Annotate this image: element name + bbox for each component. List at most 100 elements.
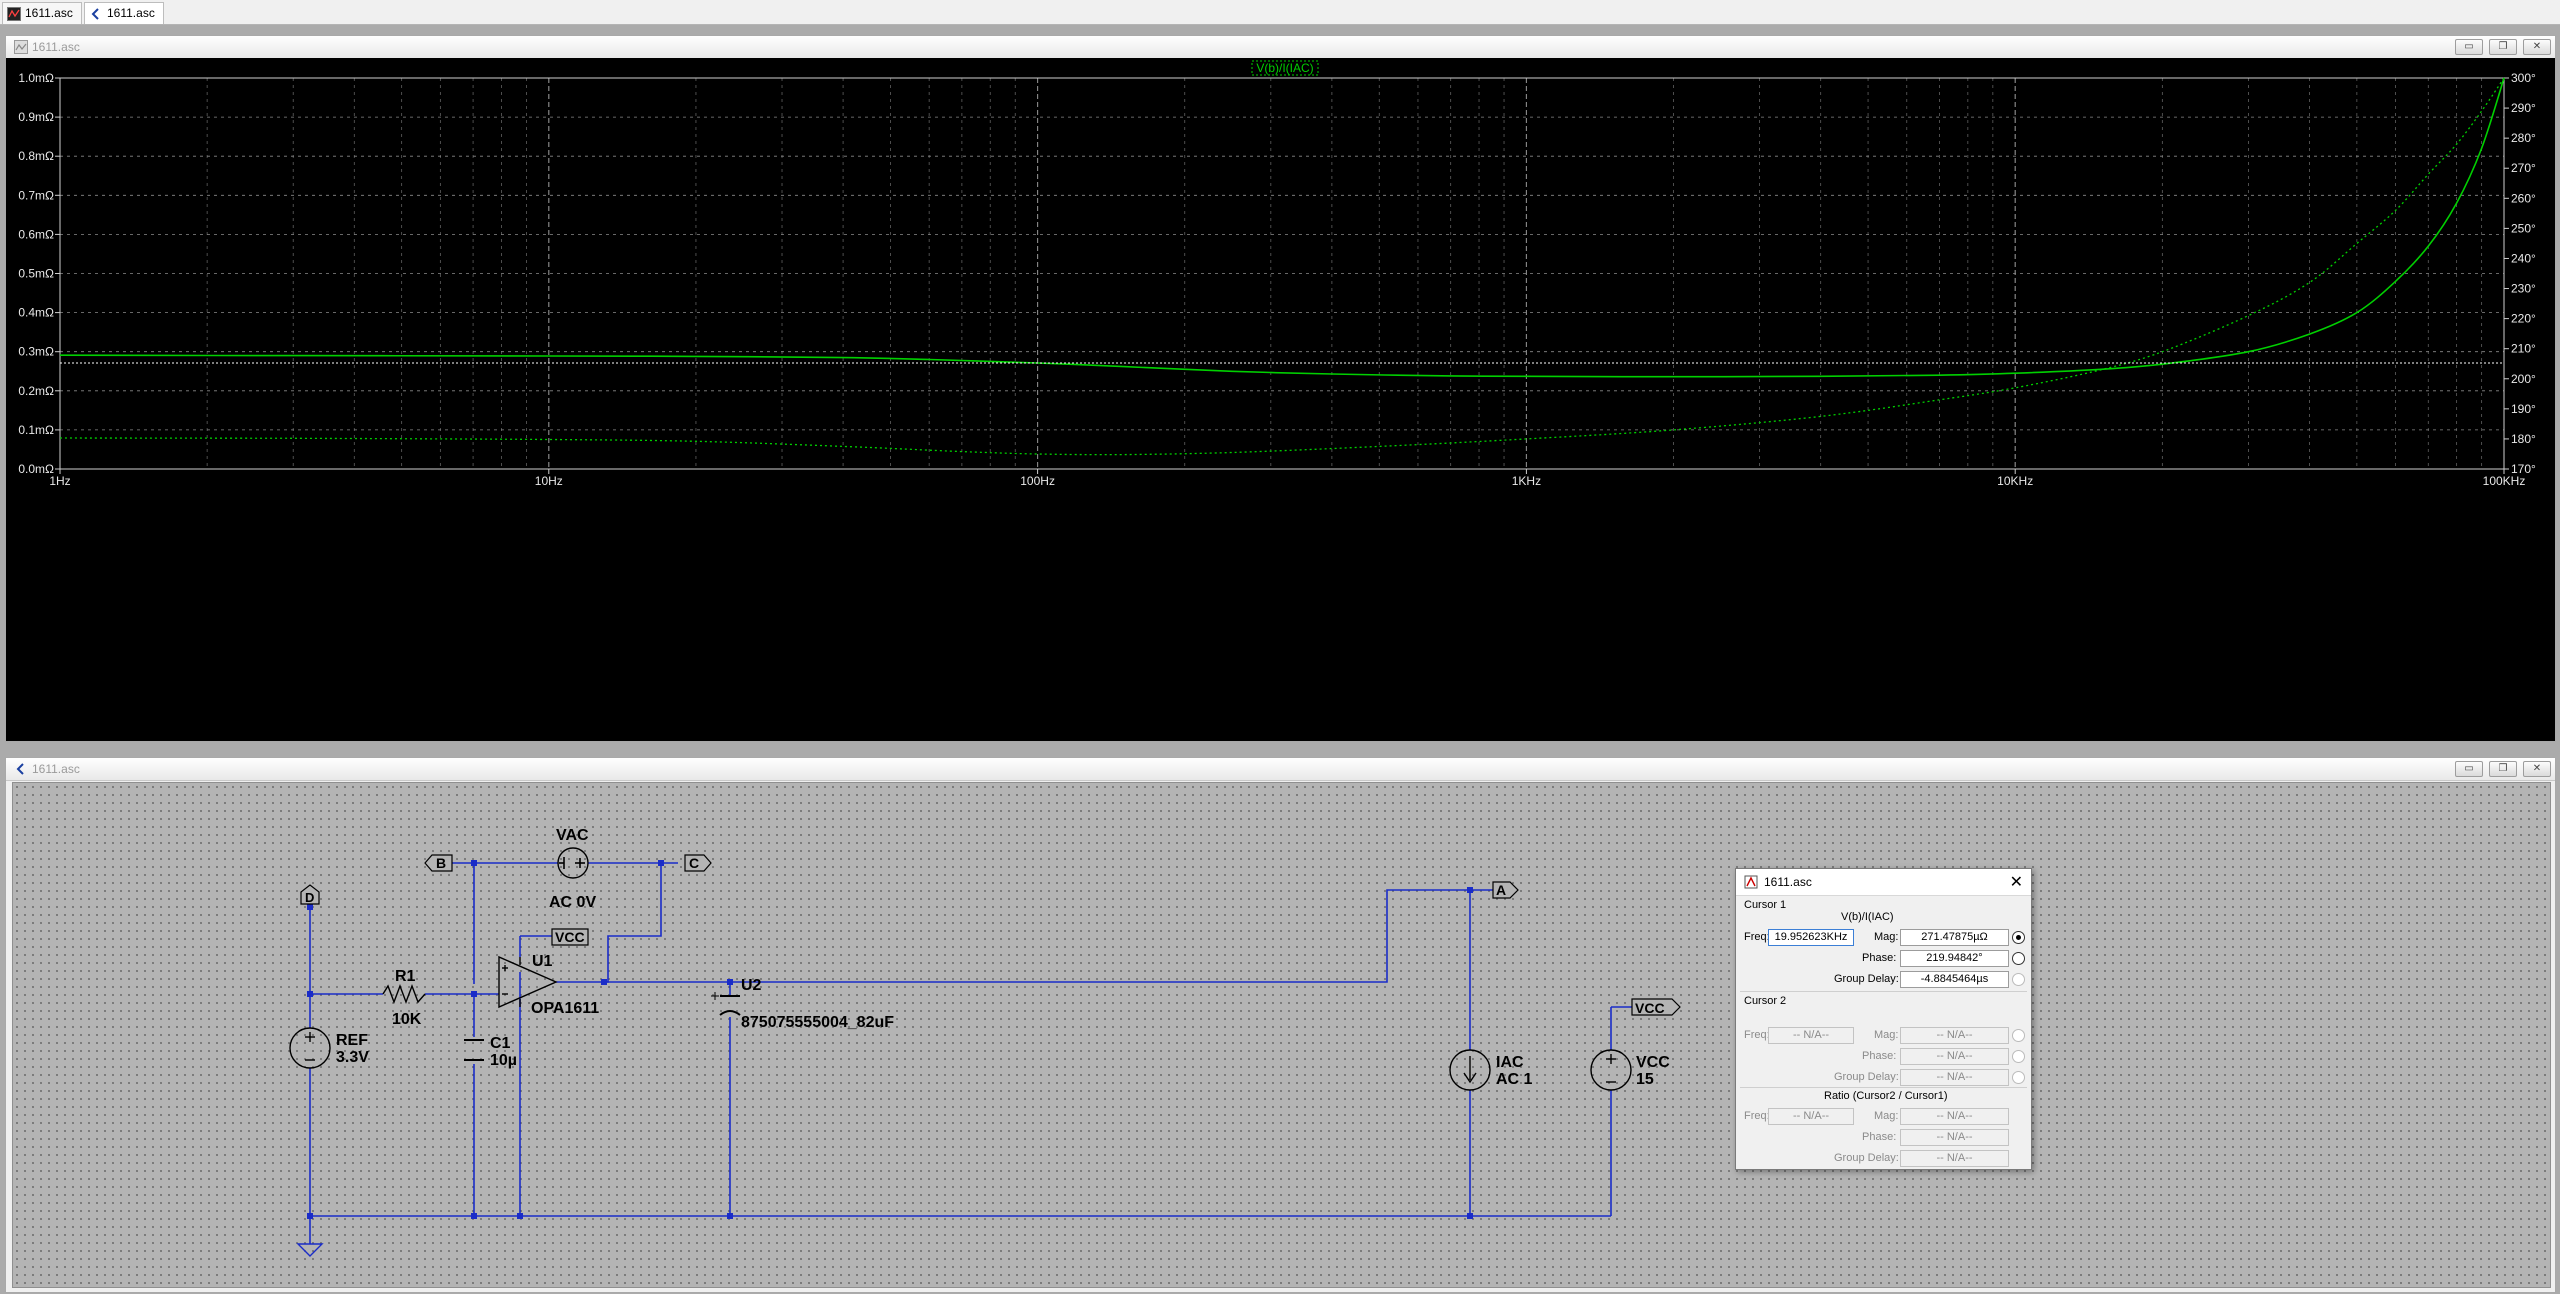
trace-legend[interactable]: V(b)/I(IAC) (1251, 60, 1319, 76)
vcc-source-label: VCC (1636, 1054, 1670, 1071)
close-button[interactable]: ✕ (2523, 39, 2551, 55)
ratio-mag-field[interactable]: -- N/A-- (1900, 1108, 2009, 1125)
cursor2-freq-field[interactable]: -- N/A-- (1768, 1027, 1854, 1044)
x-tick-label: 1Hz (49, 474, 70, 488)
mag-label: Mag: (1874, 1110, 1899, 1122)
close-button[interactable]: ✕ (2523, 761, 2551, 777)
cursor1-group-delay-field[interactable]: -4.8845464µs (1900, 971, 2009, 988)
ratio-freq-field[interactable]: -- N/A-- (1768, 1108, 1854, 1125)
close-icon[interactable]: ✕ (2010, 872, 2023, 892)
schematic-icon (91, 7, 99, 20)
waveform-icon (14, 40, 28, 54)
flag-vcc1-text: VCC (555, 929, 585, 945)
cursor2-mag-field[interactable]: -- N/A-- (1900, 1027, 2009, 1044)
y2-tick-label: 210° (2511, 342, 2536, 356)
plot-grid (59, 77, 2505, 470)
group-delay-radio[interactable] (2012, 973, 2025, 986)
y2-tick-label: 230° (2511, 282, 2536, 296)
probe-icon (1744, 875, 1758, 889)
r1-label: R1 (395, 968, 416, 985)
cursor2-phase-field[interactable]: -- N/A-- (1900, 1048, 2009, 1065)
schematic-window: 1611.asc ▭ ❐ ✕ B C D A VCC VCC VAC AC 0V… (5, 757, 2556, 1293)
iac-label: IAC (1496, 1054, 1524, 1071)
vcc-source[interactable] (1590, 1049, 1632, 1091)
y-tick-label: 0.9mΩ (18, 110, 54, 124)
plot-traces (59, 77, 2505, 456)
phase-trace (59, 77, 2505, 456)
resistor-r1[interactable] (382, 984, 426, 1004)
restore-button[interactable]: ❐ (2489, 39, 2517, 55)
ratio-header: Ratio (Cursor2 / Cursor1) (1824, 1090, 1948, 1102)
group-delay-label: Group Delay: (1834, 1152, 1899, 1164)
cursor1-freq-field[interactable]: 19.952623KHz (1768, 929, 1854, 946)
magnitude-trace (59, 77, 2505, 378)
phase-radio[interactable] (2012, 952, 2025, 965)
minimize-button[interactable]: ▭ (2455, 39, 2483, 55)
vac-label: VAC (556, 827, 589, 844)
cursor1-mag-field[interactable]: 271.47875µΩ (1900, 929, 2009, 946)
minimize-button[interactable]: ▭ (2455, 761, 2483, 777)
phase-label: Phase: (1862, 1131, 1897, 1143)
u1-label: U1 (532, 953, 553, 970)
y-tick-label: 0.6mΩ (18, 227, 54, 241)
y2-tick-label: 300° (2511, 71, 2536, 85)
waveform-window: 1611.asc ▭ ❐ ✕ 0.0mΩ 0.1mΩ 0.2mΩ 0.3mΩ 0.4mΩ… (5, 35, 2556, 742)
schematic-canvas[interactable]: B C D A VCC VCC VAC AC 0V R1 10K C1 10µ … (12, 782, 2551, 1288)
ref-source[interactable] (289, 1027, 331, 1069)
flag-a-text: A (1496, 882, 1506, 898)
cursor-dialog[interactable]: 1611.asc ✕ Cursor 1 V(b)/I(IAC) Freq: 19… (1735, 868, 2032, 1170)
mag-radio[interactable] (2012, 931, 2025, 944)
phase-label: Phase: (1862, 1050, 1897, 1062)
y2-tick-label: 200° (2511, 372, 2536, 386)
flag-b-text: B (436, 855, 446, 871)
r1-value: 10K (392, 1011, 422, 1028)
x-tick-label: 100Hz (1020, 474, 1055, 488)
ratio-phase-field[interactable]: -- N/A-- (1900, 1129, 2009, 1146)
vcc-source-value: 15 (1636, 1071, 1654, 1088)
cursor1-phase-field[interactable]: 219.94842° (1900, 950, 2009, 967)
trace-name: V(b)/I(IAC) (1841, 911, 1894, 923)
flag-d-text: D (305, 890, 314, 905)
x-tick-label: 1KHz (1512, 474, 1541, 488)
tab-schematic[interactable]: 1611.asc (84, 2, 164, 24)
c1-label: C1 (490, 1035, 511, 1052)
waveform-icon (7, 6, 21, 21)
capacitor-u2[interactable] (711, 992, 741, 1016)
y2-tick-label: 280° (2511, 131, 2536, 145)
vac-source[interactable] (557, 847, 589, 879)
cursor2-mag-radio[interactable] (2012, 1029, 2025, 1042)
cursor1-header: Cursor 1 (1744, 899, 1787, 911)
dialog-titlebar: 1611.asc ✕ (1736, 869, 2031, 896)
cursor2-group-delay-radio[interactable] (2012, 1071, 2025, 1084)
capacitor-c1[interactable] (464, 1039, 484, 1061)
dialog-title: 1611.asc (1764, 875, 1812, 889)
tab-waveform[interactable]: 1611.asc (2, 2, 82, 24)
tab-label: 1611.asc (25, 6, 73, 20)
cursor2-group-delay-field[interactable]: -- N/A-- (1900, 1069, 2009, 1086)
iac-source[interactable] (1449, 1049, 1491, 1091)
cursor2-phase-radio[interactable] (2012, 1050, 2025, 1063)
schematic-titlebar: 1611.asc ▭ ❐ ✕ (6, 758, 2555, 781)
y2-tick-label: 190° (2511, 402, 2536, 416)
divider (1740, 991, 2027, 992)
y-tick-label: 0.7mΩ (18, 188, 54, 202)
freq-label: Freq: (1744, 931, 1770, 943)
freq-label: Freq: (1744, 1110, 1770, 1122)
ratio-group-delay-field[interactable]: -- N/A-- (1900, 1150, 2009, 1167)
y2-tick-label: 250° (2511, 221, 2536, 235)
plot-pane[interactable]: 0.0mΩ 0.1mΩ 0.2mΩ 0.3mΩ 0.4mΩ 0.5mΩ 0.6mΩ 0.7mΩ… (6, 58, 2555, 741)
cursor2-header: Cursor 2 (1744, 995, 1787, 1007)
divider (1740, 1087, 2027, 1088)
group-delay-label: Group Delay: (1834, 1071, 1899, 1083)
x-tick-label: 10Hz (535, 474, 563, 488)
bode-plot[interactable]: 0.0mΩ0.1mΩ0.2mΩ0.3mΩ0.4mΩ0.5mΩ0.6mΩ0.7mΩ… (6, 58, 2555, 741)
x-tick-label: 10KHz (1997, 474, 2033, 488)
iac-value: AC 1 (1496, 1071, 1533, 1088)
u1-value: OPA1611 (531, 1000, 599, 1017)
ground-symbol[interactable] (296, 1243, 324, 1257)
trace-label[interactable]: V(b)/I(IAC) (1256, 61, 1313, 75)
y-tick-label: 0.2mΩ (18, 384, 54, 398)
restore-button[interactable]: ❐ (2489, 761, 2517, 777)
y-axis-right: 170°180°190°200°210°220°230°240°250°260°… (2504, 71, 2536, 476)
y-tick-label: 0.5mΩ (18, 267, 54, 281)
